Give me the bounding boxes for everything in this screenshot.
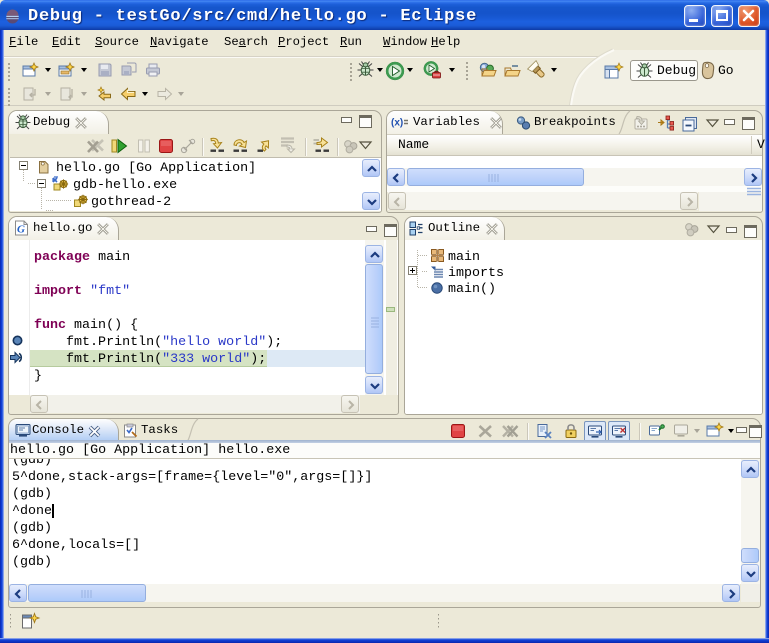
svg-text:(x): (x) [391, 118, 403, 129]
svg-text:G: G [17, 224, 25, 236]
